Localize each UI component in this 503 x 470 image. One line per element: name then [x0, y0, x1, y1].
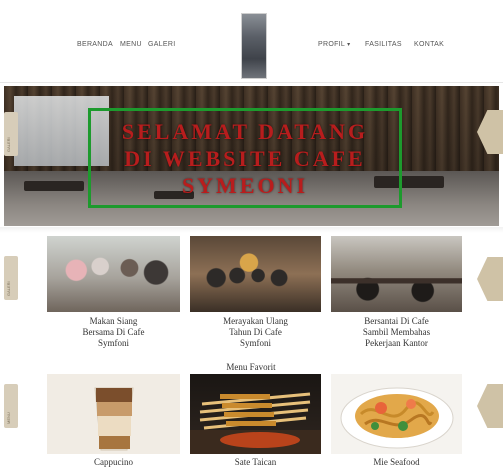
sate-image	[190, 392, 321, 454]
nav-profil[interactable]: PROFIL ▾	[318, 41, 350, 48]
caption-line: Sambil Membahas	[362, 327, 431, 337]
gallery-caption: Bersantai Di Cafe Sambil Membahas Pekerj…	[331, 316, 462, 349]
gallery-card[interactable]: Bersantai Di Cafe Sambil Membahas Pekerj…	[331, 236, 462, 356]
next-arrow-icon[interactable]	[477, 384, 503, 428]
menu-photo	[331, 374, 462, 454]
navbar: BERANDA MENU GALERI PROFIL ▾ FASILITAS KO…	[0, 0, 503, 83]
caption-line: Bersantai Di Cafe	[364, 316, 429, 326]
section-divider	[0, 227, 503, 233]
side-tab-label: GALERI	[6, 137, 11, 152]
gallery-photo	[331, 236, 462, 312]
gallery-caption: Merayakan Ulang Tahun Di Cafe Symfoni	[190, 316, 321, 349]
hero-title-line: SYMEONI	[181, 172, 309, 198]
side-tab-label: GALERI	[6, 281, 11, 296]
caption-line: Tahun Di Cafe	[229, 327, 282, 337]
gallery-card[interactable]: Makan Siang Bersama Di Cafe Symfoni	[47, 236, 180, 356]
cappucino-image	[94, 387, 134, 451]
menu-card[interactable]: Sate Taican	[190, 374, 321, 470]
side-tab-hero[interactable]: GALERI	[4, 112, 18, 156]
menu-caption: Sate Taican	[234, 457, 277, 467]
menu-caption: Cappucino	[94, 457, 133, 467]
hero-title-line: DI WEBSITE CAFE	[124, 145, 366, 171]
gallery-photo	[47, 236, 180, 312]
hero-title-box: SELAMAT DATANG DI WEBSITE CAFE SYMEONI	[88, 108, 402, 208]
menu-card[interactable]: Mie Seafood	[331, 374, 462, 470]
nav-profil-label: PROFIL	[318, 41, 346, 48]
hero-table-photo	[24, 181, 84, 191]
gallery-caption: Makan Siang Bersama Di Cafe Symfoni	[47, 316, 180, 349]
nav-menu[interactable]: MENU	[120, 41, 142, 48]
menu-caption: Mie Seafood	[373, 457, 420, 467]
hero-banner: SELAMAT DATANG DI WEBSITE CAFE SYMEONI	[4, 86, 499, 226]
chevron-down-icon: ▾	[347, 42, 351, 48]
caption-line: Pekerjaan Kantor	[365, 338, 428, 348]
gallery-card[interactable]: Merayakan Ulang Tahun Di Cafe Symfoni	[190, 236, 321, 356]
gallery-photo	[190, 236, 321, 312]
nav-kontak[interactable]: KONTAK	[414, 41, 444, 48]
next-arrow-icon[interactable]	[477, 257, 503, 301]
caption-line: Symfoni	[97, 338, 129, 348]
hero-title-line: SELAMAT DATANG	[121, 118, 369, 144]
cafe-logo[interactable]	[241, 13, 267, 79]
caption-line: Symfoni	[239, 338, 271, 348]
menu-card[interactable]: Cappucino	[47, 374, 180, 470]
caption-line: Merayakan Ulang	[223, 316, 288, 326]
caption-line: Bersama Di Cafe	[82, 327, 145, 337]
nav-galeri[interactable]: GALERI	[148, 41, 175, 48]
side-tab-gallery[interactable]: GALERI	[4, 256, 18, 300]
nav-fasilitas[interactable]: FASILITAS	[365, 41, 402, 48]
menu-photo	[190, 374, 321, 454]
side-tab-menu[interactable]: MENU	[4, 384, 18, 428]
mie-seafood-image	[340, 387, 454, 449]
menu-section-title: Menu Favorit	[226, 362, 276, 372]
menu-photo	[47, 374, 180, 454]
nav-beranda[interactable]: BERANDA	[77, 41, 113, 48]
caption-line: Makan Siang	[89, 316, 138, 326]
side-tab-label: MENU	[6, 412, 11, 424]
